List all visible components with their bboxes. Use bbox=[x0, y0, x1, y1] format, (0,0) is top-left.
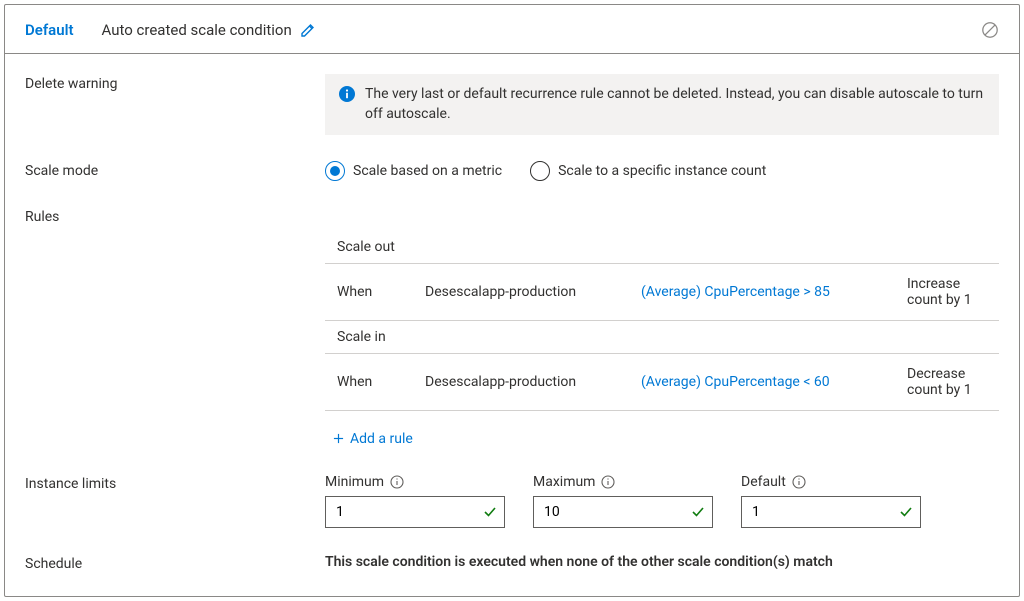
info-outline-icon[interactable] bbox=[601, 475, 615, 489]
rule-criteria-link[interactable]: (Average) CpuPercentage > 85 bbox=[641, 284, 891, 300]
profile-name: Default bbox=[25, 21, 74, 39]
rule-when: When bbox=[337, 374, 409, 390]
scale-mode-radio-group: Scale based on a metric Scale to a speci… bbox=[325, 161, 999, 181]
default-field: Default bbox=[741, 474, 921, 528]
check-icon bbox=[899, 505, 913, 519]
rules-header-scaleout: Scale out bbox=[325, 231, 999, 264]
add-rule-label: Add a rule bbox=[350, 431, 413, 447]
delete-warning-info: The very last or default recurrence rule… bbox=[325, 74, 999, 135]
rule-action: Increase count by 1 bbox=[907, 276, 987, 308]
check-icon bbox=[691, 505, 705, 519]
row-scale-mode: Scale mode Scale based on a metric Scale… bbox=[25, 161, 999, 181]
condition-name: Auto created scale condition bbox=[102, 21, 292, 39]
plus-icon bbox=[333, 433, 344, 444]
rule-resource: Desescalapp-production bbox=[425, 374, 625, 390]
maximum-input[interactable] bbox=[533, 496, 713, 528]
info-outline-icon[interactable] bbox=[390, 475, 404, 489]
edit-name-button[interactable] bbox=[300, 22, 316, 38]
label-scale-mode: Scale mode bbox=[25, 161, 325, 179]
delete-warning-text: The very last or default recurrence rule… bbox=[365, 84, 985, 125]
instance-limits-group: Minimum Maximum bbox=[325, 474, 999, 528]
prohibit-icon bbox=[981, 21, 999, 39]
default-label: Default bbox=[741, 474, 786, 490]
rule-when: When bbox=[337, 284, 409, 300]
rule-criteria-link[interactable]: (Average) CpuPercentage < 60 bbox=[641, 374, 891, 390]
rules-header-scalein: Scale in bbox=[325, 321, 999, 354]
maximum-field: Maximum bbox=[533, 474, 713, 528]
rule-row-scalein[interactable]: When Desescalapp-production (Average) Cp… bbox=[325, 354, 999, 411]
scale-condition-panel: Default Auto created scale condition Del… bbox=[4, 4, 1020, 597]
radio-scale-metric[interactable]: Scale based on a metric bbox=[325, 161, 502, 181]
schedule-text: This scale condition is executed when no… bbox=[325, 554, 833, 570]
radio-icon bbox=[325, 161, 345, 181]
disable-button[interactable] bbox=[981, 21, 999, 39]
minimum-input[interactable] bbox=[325, 496, 505, 528]
panel-body: Delete warning The very last or default … bbox=[5, 54, 1019, 596]
add-rule-button[interactable]: Add a rule bbox=[333, 431, 413, 447]
radio-icon bbox=[530, 161, 550, 181]
minimum-label: Minimum bbox=[325, 474, 384, 490]
info-icon bbox=[339, 86, 355, 102]
label-instance-limits: Instance limits bbox=[25, 474, 325, 492]
rule-resource: Desescalapp-production bbox=[425, 284, 625, 300]
maximum-label: Maximum bbox=[533, 474, 595, 490]
rule-row-scaleout[interactable]: When Desescalapp-production (Average) Cp… bbox=[325, 264, 999, 321]
row-instance-limits: Instance limits Minimum bbox=[25, 474, 999, 528]
label-delete-warning: Delete warning bbox=[25, 74, 325, 92]
default-input[interactable] bbox=[741, 496, 921, 528]
radio-scale-fixed[interactable]: Scale to a specific instance count bbox=[530, 161, 766, 181]
pencil-icon bbox=[300, 22, 316, 38]
radio-label: Scale based on a metric bbox=[353, 163, 502, 179]
rule-action: Decrease count by 1 bbox=[907, 366, 987, 398]
info-outline-icon[interactable] bbox=[792, 475, 806, 489]
label-rules: Rules bbox=[25, 207, 325, 225]
row-rules: Rules Scale out When Desescalapp-product… bbox=[25, 207, 999, 449]
rules-table: Scale out When Desescalapp-production (A… bbox=[325, 231, 999, 411]
minimum-field: Minimum bbox=[325, 474, 505, 528]
check-icon bbox=[483, 505, 497, 519]
row-delete-warning: Delete warning The very last or default … bbox=[25, 74, 999, 135]
panel-header: Default Auto created scale condition bbox=[5, 5, 1019, 54]
radio-label: Scale to a specific instance count bbox=[558, 163, 766, 179]
